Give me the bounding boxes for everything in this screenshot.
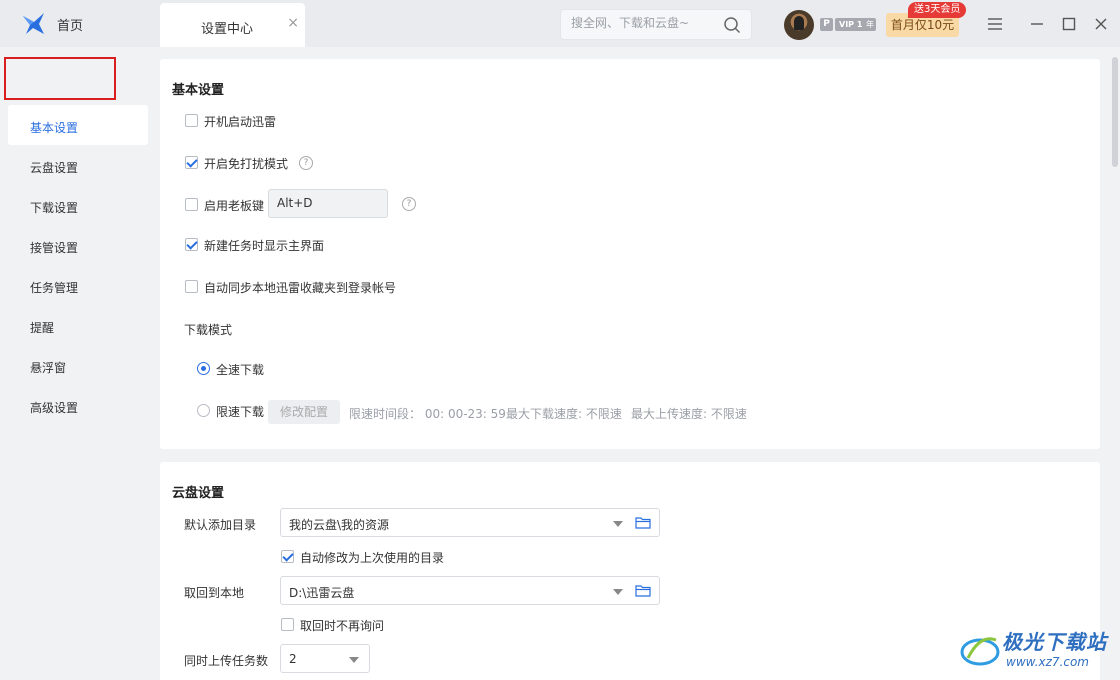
- chevron-down-icon[interactable]: [613, 521, 623, 527]
- vip-p-badge: P: [820, 18, 833, 31]
- settings-sidebar: 基本设置 云盘设置 下载设置 接管设置 任务管理 提醒 悬浮窗 高级设置: [0, 47, 160, 680]
- basic-settings-panel: 基本设置 开机启动迅雷 开启免打扰模式 ? 启用老板键 Alt+D ? 新建任务…: [160, 59, 1100, 449]
- default-dir-value: 我的云盘\我的资源: [289, 518, 390, 532]
- section-title-cloud: 云盘设置: [172, 486, 225, 501]
- default-dir-select[interactable]: 我的云盘\我的资源: [280, 508, 660, 537]
- download-mode-title: 下载模式: [184, 323, 233, 337]
- chevron-down-icon[interactable]: [613, 589, 623, 595]
- limited-speed-radio[interactable]: [197, 404, 210, 417]
- sidebar-item-float-window[interactable]: 悬浮窗: [30, 359, 66, 376]
- auto-modify-label[interactable]: 自动修改为上次使用的目录: [300, 549, 444, 566]
- scrollbar-thumb[interactable]: [1112, 57, 1118, 167]
- max-upload-text: 最大上传速度: 不限速: [631, 407, 747, 421]
- boss-key-field[interactable]: Alt+D: [268, 189, 388, 218]
- help-icon[interactable]: ?: [299, 156, 313, 170]
- upload-count-label: 同时上传任务数: [184, 654, 269, 668]
- folder-icon[interactable]: [635, 516, 651, 529]
- full-speed-radio[interactable]: [197, 362, 210, 375]
- auto-modify-checkbox[interactable]: [281, 550, 294, 563]
- sidebar-item-takeover[interactable]: 接管设置: [30, 239, 78, 256]
- sidebar-item-tasks[interactable]: 任务管理: [30, 279, 78, 296]
- upload-count-select[interactable]: 2: [280, 644, 370, 673]
- minimize-icon[interactable]: [1026, 13, 1048, 35]
- sidebar-item-basic[interactable]: 基本设置: [30, 119, 78, 136]
- title-bar: 首页 设置中心 × P VIP 1 年 首月仅10元 送3天会员: [0, 0, 1120, 47]
- retrieve-dir-value: D:\迅雷云盘: [289, 586, 355, 600]
- sidebar-item-advanced[interactable]: 高级设置: [30, 399, 78, 416]
- no-disturb-label[interactable]: 开启免打扰模式: [204, 155, 288, 172]
- watermark-logo-icon: [960, 637, 1000, 666]
- tab-settings-center[interactable]: 设置中心 ×: [160, 3, 305, 47]
- default-dir-label: 默认添加目录: [184, 518, 257, 532]
- sidebar-item-reminder[interactable]: 提醒: [30, 319, 54, 336]
- search-box[interactable]: [560, 9, 752, 40]
- tab-label: 设置中心: [201, 22, 254, 37]
- limit-period-text: 限速时间段： 00: 00-23: 59: [349, 407, 506, 421]
- show-main-checkbox[interactable]: [185, 238, 198, 251]
- help-icon[interactable]: ?: [402, 197, 416, 211]
- show-main-label[interactable]: 新建任务时显示主界面: [204, 237, 324, 254]
- promo-tag: 送3天会员: [908, 2, 967, 18]
- xunlei-logo-icon[interactable]: [20, 10, 48, 38]
- max-download-text: 最大下载速度: 不限速: [506, 407, 622, 421]
- vip-year-badge: 年: [864, 18, 876, 31]
- search-icon[interactable]: [723, 16, 741, 34]
- retrieve-dir-select[interactable]: D:\迅雷云盘: [280, 576, 660, 605]
- close-tab-icon[interactable]: ×: [287, 16, 299, 30]
- sidebar-item-download[interactable]: 下载设置: [30, 199, 78, 216]
- maximize-icon[interactable]: [1058, 13, 1080, 35]
- site-watermark: 极光下载站 www.xz7.com: [958, 624, 1113, 676]
- full-speed-label[interactable]: 全速下载: [216, 361, 264, 378]
- menu-icon[interactable]: [984, 13, 1006, 35]
- boss-key-label[interactable]: 启用老板键: [204, 197, 264, 214]
- search-input[interactable]: [571, 16, 721, 30]
- upload-count-value: 2: [289, 652, 297, 666]
- folder-icon[interactable]: [635, 584, 651, 597]
- home-tab[interactable]: 首页: [57, 15, 83, 34]
- retrieve-label: 取回到本地: [184, 586, 245, 600]
- scrollbar[interactable]: [1110, 47, 1120, 680]
- limited-speed-label[interactable]: 限速下载: [216, 403, 264, 420]
- boss-key-checkbox[interactable]: [185, 198, 198, 211]
- chevron-down-icon[interactable]: [349, 657, 359, 663]
- watermark-title: 极光下载站: [1002, 630, 1107, 654]
- section-title-basic: 基本设置: [172, 83, 225, 98]
- close-icon[interactable]: [1090, 13, 1112, 35]
- sidebar-item-cloud[interactable]: 云盘设置: [30, 159, 78, 176]
- watermark-url: www.xz7.com: [1006, 655, 1089, 669]
- sync-favorites-label[interactable]: 自动同步本地迅雷收藏夹到登录帐号: [204, 279, 396, 296]
- autostart-label[interactable]: 开机启动迅雷: [204, 113, 276, 130]
- no-disturb-checkbox[interactable]: [185, 156, 198, 169]
- no-ask-label[interactable]: 取回时不再询问: [300, 617, 384, 634]
- highlight-frame: [4, 57, 116, 100]
- user-avatar[interactable]: [784, 10, 814, 40]
- sync-favorites-checkbox[interactable]: [185, 280, 198, 293]
- vip-level-badge: VIP 1: [835, 18, 867, 31]
- modify-config-button[interactable]: 修改配置: [268, 400, 340, 424]
- autostart-checkbox[interactable]: [185, 114, 198, 127]
- no-ask-checkbox[interactable]: [281, 618, 294, 631]
